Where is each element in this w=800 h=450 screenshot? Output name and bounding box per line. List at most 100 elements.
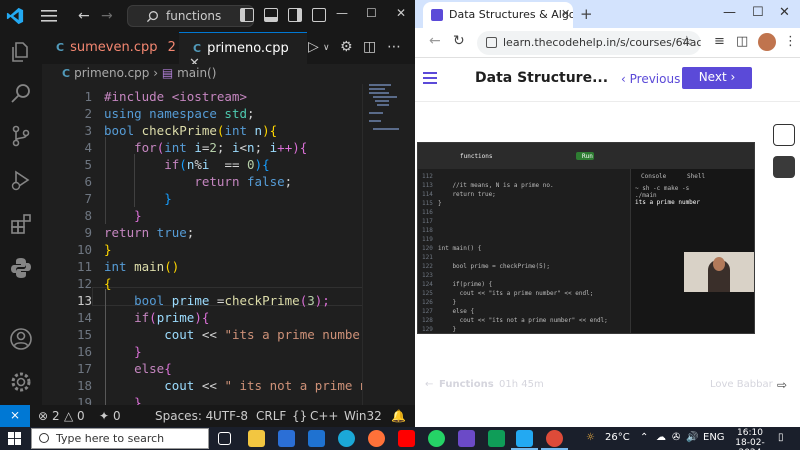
site-info-icon[interactable] [486, 37, 497, 48]
footer-duration: 01h 45m [499, 379, 544, 390]
app-icon[interactable] [458, 430, 475, 447]
breadcrumb-file[interactable]: primeno.cpp [74, 66, 149, 80]
reading-list-icon[interactable]: ≡ [714, 34, 725, 49]
maximize-icon[interactable]: ☐ [752, 5, 764, 20]
hamburger-menu-icon[interactable] [423, 72, 437, 84]
taskbar-search-input[interactable]: Type here to search [31, 428, 209, 449]
toggle-secondary-sidebar-icon[interactable] [288, 8, 302, 22]
code-token: } [104, 242, 112, 257]
back-arrow-icon[interactable]: ← [429, 33, 441, 49]
split-editor-icon[interactable]: ◫ [363, 39, 376, 55]
code-token: } [164, 191, 172, 206]
toggle-primary-sidebar-icon[interactable] [240, 8, 254, 22]
accounts-icon[interactable] [9, 327, 33, 351]
video-line-number: 118 [422, 227, 433, 234]
chrome-taskbar-icon[interactable] [546, 430, 563, 447]
run-and-debug-icon[interactable] [9, 168, 33, 192]
errors-count[interactable]: 2 [52, 409, 60, 423]
code-token: < [239, 140, 248, 155]
toggle-panel-icon[interactable] [264, 8, 278, 22]
notifications-bell-icon[interactable]: 🔔 [391, 409, 406, 423]
system-clock[interactable]: 16:10 18-02-2024 [731, 428, 769, 450]
warnings-count[interactable]: 0 [77, 409, 85, 423]
weather-temperature[interactable]: 26°C [605, 432, 630, 443]
browser-tab[interactable]: Data Structures & Algorith ✕ [423, 2, 573, 28]
code-token: checkPrime [224, 293, 300, 308]
previous-button[interactable]: ‹ Previous [621, 72, 680, 86]
close-icon[interactable]: ✕ [396, 6, 406, 20]
language-mode-status[interactable]: C++ [310, 409, 339, 423]
remote-indicator[interactable]: ⨯ [0, 405, 30, 427]
youtube-icon[interactable] [398, 430, 415, 447]
next-button[interactable]: Next › [682, 67, 752, 89]
video-line-number: 123 [422, 272, 433, 279]
run-code-icon[interactable]: ▷ [308, 39, 319, 55]
back-arrow-icon[interactable]: ← [78, 8, 90, 24]
forward-arrow-icon[interactable]: → [101, 8, 113, 24]
chrome-menu-icon[interactable]: ⋮ [784, 34, 797, 49]
settings-gear-icon[interactable] [9, 370, 33, 394]
eol-status[interactable]: CRLF [256, 409, 286, 423]
menu-icon[interactable] [40, 8, 58, 24]
collapse-sidebar-icon[interactable] [773, 124, 795, 146]
platform-status[interactable]: Win32 [344, 409, 382, 423]
task-view-icon[interactable] [218, 432, 231, 445]
input-language[interactable]: ENG [703, 432, 725, 443]
side-panel-icon[interactable]: ◫ [736, 34, 748, 49]
reload-icon[interactable]: ↻ [453, 33, 465, 49]
minimap[interactable] [362, 84, 415, 405]
whatsapp-icon[interactable] [428, 430, 445, 447]
code-editor[interactable]: 1 2 3 4 5 6 7 8 9 10 11 12 13 14 15 16 17 18 19 #include <… [42, 84, 362, 405]
tab-primeno[interactable]: Cprimeno.cpp ✕ [179, 32, 307, 71]
mail-icon[interactable] [308, 430, 325, 447]
more-actions-icon[interactable]: ⋯ [387, 39, 401, 55]
onedrive-icon[interactable]: ☁ [656, 432, 666, 443]
vscode-taskbar-icon[interactable] [516, 430, 533, 447]
close-icon[interactable]: ✕ [779, 5, 790, 20]
chevron-down-icon[interactable]: ∨ [323, 43, 330, 53]
video-console-tab: Console [641, 173, 667, 180]
search-icon[interactable] [9, 82, 33, 106]
minimize-icon[interactable]: — [336, 6, 348, 20]
firefox-icon[interactable] [368, 430, 385, 447]
maximize-icon[interactable]: ☐ [366, 6, 377, 20]
edge-browser-icon[interactable] [338, 430, 355, 447]
volume-icon[interactable]: 🔊 [686, 432, 698, 443]
ports-icon: ✦ [99, 409, 110, 423]
lesson-video[interactable]: functions Run 112 113 //it means, N is a … [417, 142, 755, 334]
previous-arrow-icon[interactable]: ← [425, 379, 433, 390]
show-hidden-icons-icon[interactable]: ⌃ [640, 432, 648, 443]
new-tab-icon[interactable]: + [580, 5, 593, 23]
google-sheets-icon[interactable] [488, 430, 505, 447]
ports-count[interactable]: 0 [113, 409, 121, 423]
code-token: main [126, 259, 165, 274]
file-explorer-icon[interactable] [248, 430, 265, 447]
extensions-icon[interactable] [9, 212, 33, 236]
lesson-content: functions Run 112 113 //it means, N is a … [415, 102, 800, 427]
close-tab-icon[interactable]: ✕ [561, 7, 570, 20]
customize-layout-icon[interactable] [312, 8, 326, 22]
settings-gear-icon[interactable]: ⚙ [340, 39, 353, 55]
video-code-line: } [438, 326, 457, 333]
bookmark-star-icon[interactable]: ☆ [681, 34, 693, 49]
help-icon[interactable] [773, 156, 795, 178]
notifications-icon[interactable]: ▯ [778, 432, 784, 443]
breadcrumb-symbol[interactable]: main() [177, 66, 216, 80]
tab-sumeven[interactable]: Csumeven.cpp 2 [42, 32, 179, 64]
source-control-icon[interactable] [9, 124, 33, 148]
command-center-search[interactable]: functions [127, 5, 254, 27]
tab-title: Data Structures & Algorith [449, 8, 573, 21]
windows-start-icon[interactable] [8, 432, 21, 445]
code-token: return [194, 174, 240, 189]
explorer-icon[interactable] [9, 40, 33, 64]
encoding-status[interactable]: UTF-8 [213, 409, 248, 423]
address-bar[interactable]: learn.thecodehelp.in/s/courses/64ac1e26e… [477, 31, 701, 55]
minimize-icon[interactable]: — [723, 5, 736, 20]
network-icon[interactable]: ✇ [672, 432, 680, 443]
profile-avatar[interactable] [758, 33, 776, 51]
microsoft-store-icon[interactable] [278, 430, 295, 447]
python-icon[interactable] [9, 256, 33, 280]
indentation-status[interactable]: Spaces: 4 [155, 409, 213, 423]
exit-icon[interactable]: ⇨ [777, 378, 787, 392]
